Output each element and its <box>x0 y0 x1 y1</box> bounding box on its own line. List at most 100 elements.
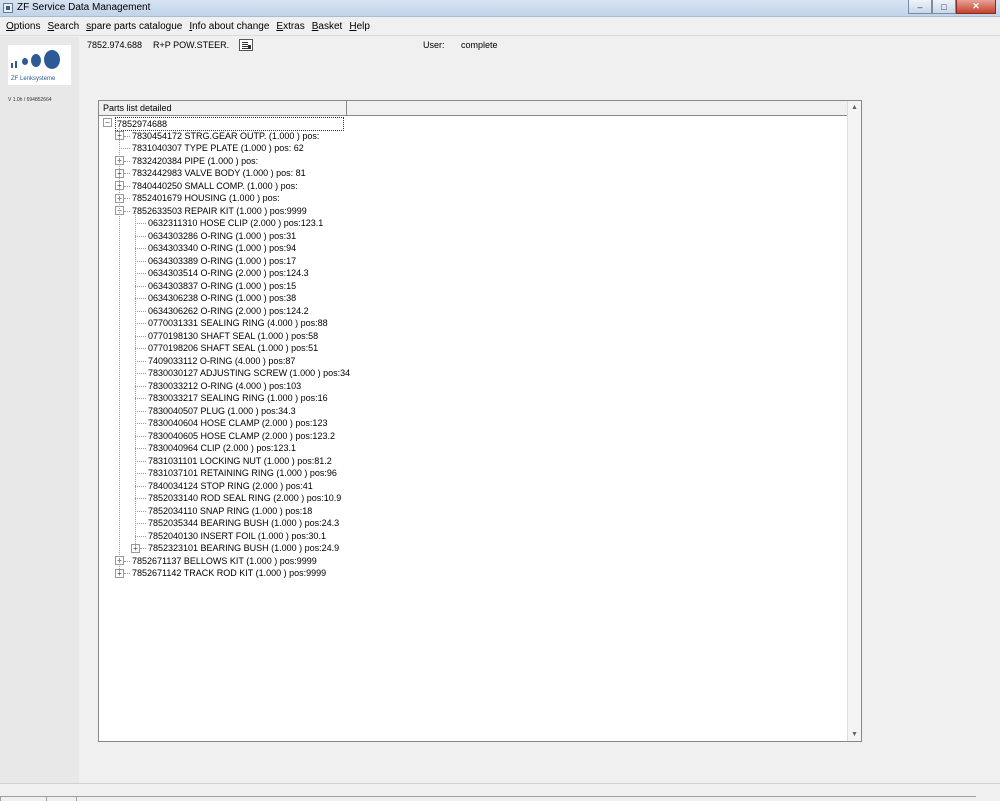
tree-node[interactable]: 0634306238 O-RING (1.000 ) pos:38 <box>148 292 296 305</box>
tree-node[interactable]: 7830454172 STRG.GEAR OUTP. (1.000 ) pos: <box>132 130 319 143</box>
tree-node[interactable]: 7852035344 BEARING BUSH (1.000 ) pos:24.… <box>148 517 339 530</box>
tree-node[interactable]: 7852633503 REPAIR KIT (1.000 ) pos:9999 <box>132 205 307 218</box>
tree-node[interactable]: 7830040605 HOSE CLAMP (2.000 ) pos:123.2 <box>148 430 335 443</box>
tree-node[interactable]: 7831037101 RETAINING RING (1.000 ) pos:9… <box>148 467 337 480</box>
scroll-down-icon[interactable]: ▼ <box>848 728 861 741</box>
tree-connector <box>124 210 130 212</box>
tree-connector <box>135 398 146 399</box>
tree-node[interactable]: 7831031101 LOCKING NUT (1.000 ) pos:81.2 <box>148 455 332 468</box>
tree-node[interactable]: 7830033212 O-RING (4.000 ) pos:103 <box>148 380 301 393</box>
tree-connector <box>135 248 146 249</box>
tree-connector <box>135 310 146 312</box>
vertical-scrollbar[interactable]: ▲ ▼ <box>847 101 861 741</box>
menu-item[interactable]: Search <box>47 21 79 32</box>
menu-item[interactable]: Options <box>6 21 40 32</box>
tree-node[interactable]: 7832442983 VALVE BODY (1.000 ) pos: 81 <box>132 167 306 180</box>
part-number: 7852.974.688 <box>87 40 143 50</box>
tree-node[interactable]: 0634303837 O-RING (1.000 ) pos:15 <box>148 280 296 293</box>
scroll-up-icon[interactable]: ▲ <box>848 101 861 114</box>
tree-node[interactable]: 7840440250 SMALL COMP. (1.000 ) pos: <box>132 180 298 193</box>
tree-connector <box>135 273 146 274</box>
user-value: complete <box>461 40 498 50</box>
tree-connector <box>135 260 146 262</box>
tree-node[interactable]: 0634303389 O-RING (1.000 ) pos:17 <box>148 255 296 268</box>
menu-item-label: elp <box>356 20 370 32</box>
tree-connector <box>124 185 130 187</box>
tree-connector <box>124 198 130 199</box>
tree-connector <box>119 125 120 573</box>
menu-item-label: earch <box>54 20 80 32</box>
tree-connector <box>135 410 146 412</box>
user-label: User: <box>423 40 445 50</box>
tree-connector <box>135 373 146 374</box>
tree-node[interactable]: 7409033112 O-RING (4.000 ) pos:87 <box>148 355 295 368</box>
close-icon: ✕ <box>972 1 980 11</box>
tree-connector <box>135 235 146 237</box>
tree-node[interactable]: 7830040507 PLUG (1.000 ) pos:34.3 <box>148 405 296 418</box>
tree-connector <box>135 298 146 299</box>
tree-node[interactable]: 7831040307 TYPE PLATE (1.000 ) pos: 62 <box>132 142 304 155</box>
tree-node[interactable]: 0770198130 SHAFT SEAL (1.000 ) pos:58 <box>148 330 318 343</box>
tree-node[interactable]: 7830040604 HOSE CLAMP (2.000 ) pos:123 <box>148 417 327 430</box>
tree-node[interactable]: 7852040130 INSERT FOIL (1.000 ) pos:30.1 <box>148 530 326 543</box>
part-description: R+P POW.STEER. <box>153 40 230 50</box>
tree-connector <box>124 173 130 174</box>
tree-connector <box>124 560 130 562</box>
minimize-icon: – <box>917 1 923 12</box>
tree-node[interactable]: 0770031331 SEALING RING (4.000 ) pos:88 <box>148 317 328 330</box>
column-header[interactable]: Parts list detailed <box>99 101 347 116</box>
tree-connector <box>135 423 146 424</box>
window-title: ZF Service Data Management <box>17 2 151 13</box>
tree-node[interactable]: 7830033217 SEALING RING (1.000 ) pos:16 <box>148 392 328 405</box>
tree-node[interactable]: 7852671137 BELLOWS KIT (1.000 ) pos:9999 <box>132 555 317 568</box>
tree-node[interactable]: 7832420384 PIPE (1.000 ) pos: <box>132 155 258 168</box>
minimize-button[interactable]: – <box>908 0 932 14</box>
tree-node[interactable]: 7852323101 BEARING BUSH (1.000 ) pos:24.… <box>148 542 339 555</box>
close-button[interactable]: ✕ <box>956 0 996 14</box>
tree-connector <box>135 535 146 537</box>
tree-node[interactable]: 0634306262 O-RING (2.000 ) pos:124.2 <box>148 305 309 318</box>
tree-connector <box>124 160 130 162</box>
tree-node[interactable]: 0770198206 SHAFT SEAL (1.000 ) pos:51 <box>148 342 318 355</box>
tree-node[interactable]: 7830030127 ADJUSTING SCREW (1.000 ) pos:… <box>148 367 350 380</box>
tree-connector <box>135 348 146 349</box>
menu-item-label: pare parts catalogue <box>91 20 183 32</box>
tree-connector <box>140 548 146 549</box>
menu-item-label: asket <box>318 20 343 32</box>
tree-connector <box>135 360 146 362</box>
menu-item[interactable]: spare parts catalogue <box>86 21 182 32</box>
tree-node[interactable]: 0634303514 O-RING (2.000 ) pos:124.3 <box>148 267 309 280</box>
tree-node[interactable]: 7852401679 HOUSING (1.000 ) pos: <box>132 192 280 205</box>
tree-connector <box>135 498 146 499</box>
logo-brand: ZF Lenksysteme <box>11 76 56 82</box>
menu-item[interactable]: Basket <box>312 21 343 32</box>
app-icon[interactable] <box>3 3 13 13</box>
window-controls: – □ ✕ <box>908 0 996 14</box>
status-bar <box>0 783 1000 801</box>
tree-connector <box>135 335 146 337</box>
menu-bar: Options Search spare parts catalogue Info a… <box>0 17 1000 36</box>
version-label: V 1.0h / 694852664 <box>8 97 52 103</box>
info-header: 7852.974.688 R+P POW.STEER. User: comple… <box>79 37 1000 57</box>
tree-node[interactable]: 7852034110 SNAP RING (1.000 ) pos:18 <box>148 505 312 518</box>
document-icon[interactable] <box>239 39 253 51</box>
tree-node[interactable]: 7852033140 ROD SEAL RING (2.000 ) pos:10… <box>148 492 341 505</box>
menu-item[interactable]: Help <box>349 21 370 32</box>
tree-node[interactable]: 7852671142 TRACK ROD KIT (1.000 ) pos:99… <box>132 567 326 580</box>
tree-node[interactable]: 0634303286 O-RING (1.000 ) pos:31 <box>148 230 296 243</box>
menu-item-label: ptions <box>13 20 41 32</box>
tree-node[interactable]: 0632311310 HOSE CLIP (2.000 ) pos:123.1 <box>148 217 323 230</box>
tree-node[interactable]: 7830040964 CLIP (2.000 ) pos:123.1 <box>148 442 296 455</box>
tree-node[interactable]: 7840034124 STOP RING (2.000 ) pos:41 <box>148 480 313 493</box>
menu-item[interactable]: Info about change <box>189 21 269 32</box>
tree-connector <box>135 211 136 548</box>
menu-item[interactable]: Extras <box>276 21 304 32</box>
tree-root[interactable]: 7852974688 <box>103 117 344 131</box>
maximize-button[interactable]: □ <box>932 0 956 14</box>
tree-connector <box>119 148 130 149</box>
menu-item-label: nfo about change <box>192 20 270 32</box>
tree-connector <box>135 523 146 524</box>
tree-node[interactable]: 0634303340 O-RING (1.000 ) pos:94 <box>148 242 296 255</box>
tree-connector <box>135 460 146 462</box>
tree-connector <box>135 285 146 287</box>
